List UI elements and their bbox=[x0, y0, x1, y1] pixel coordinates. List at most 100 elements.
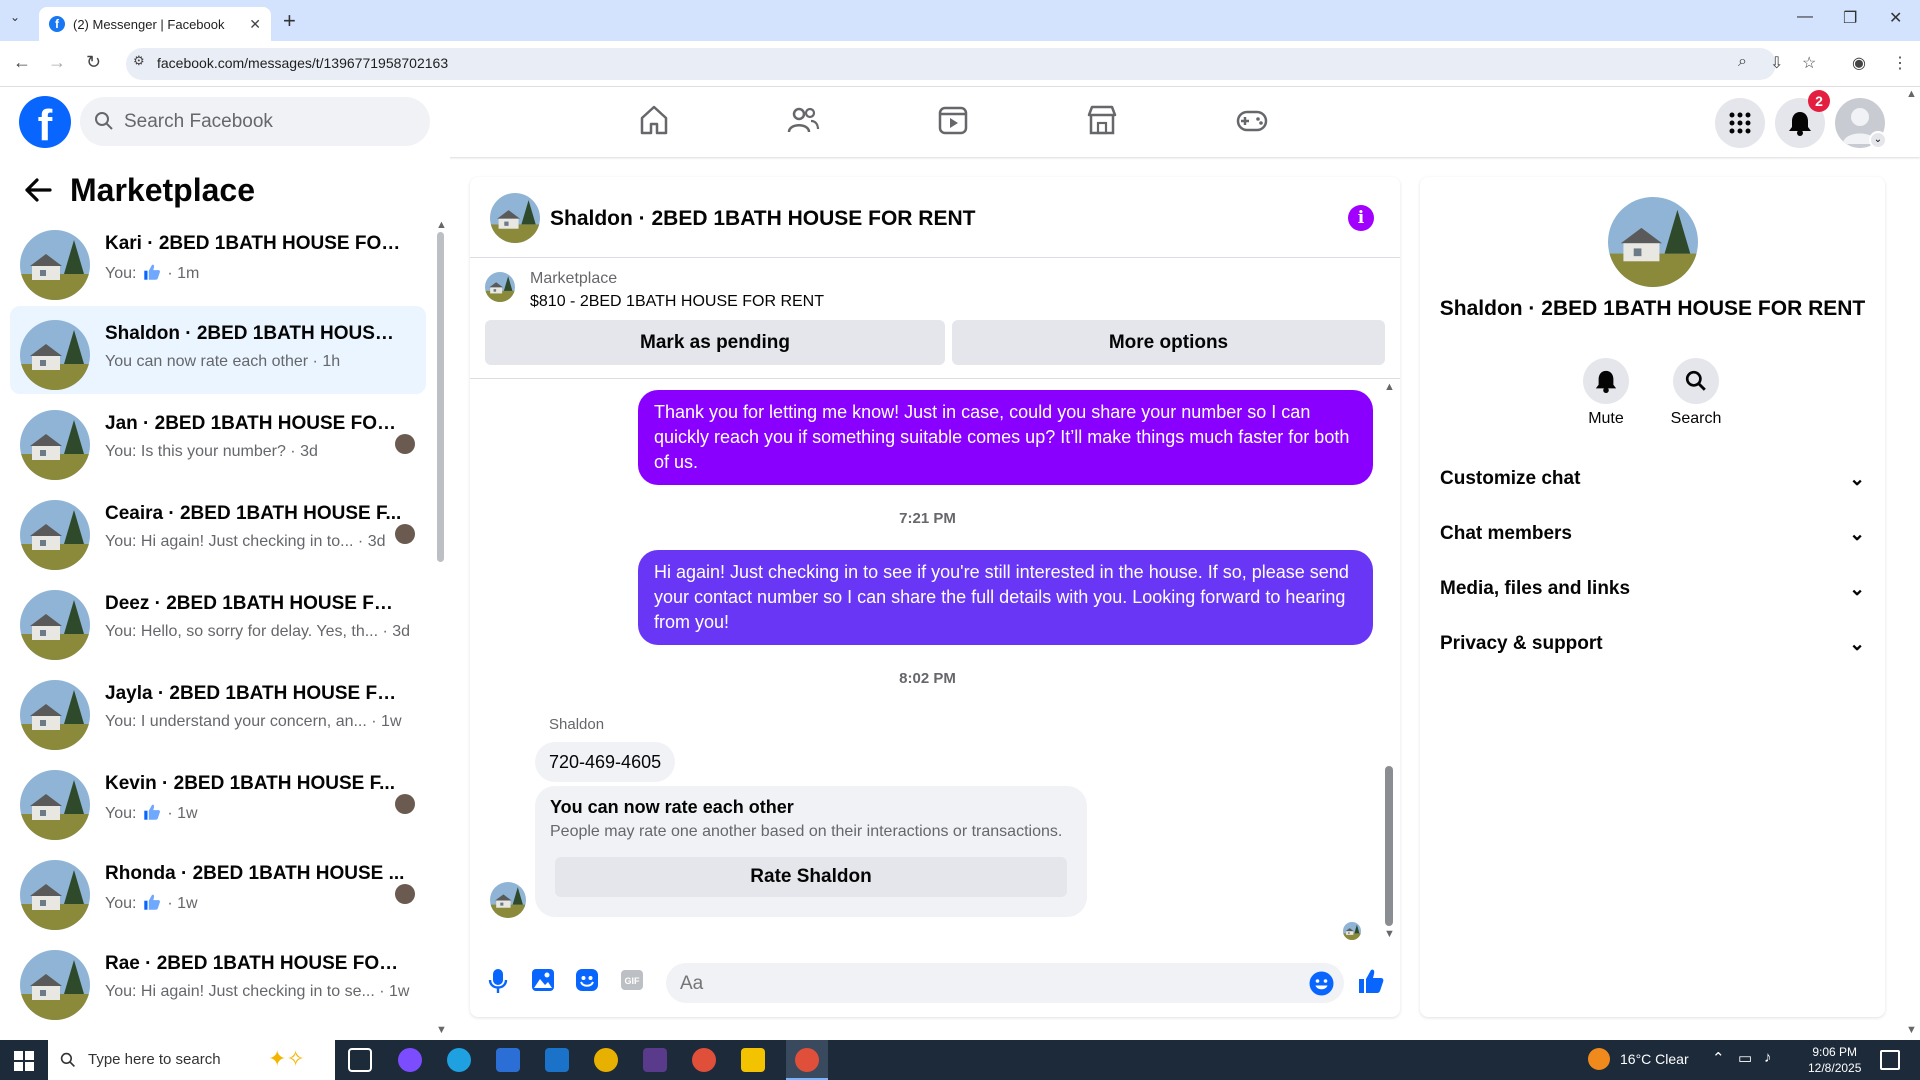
page-scroll-up-icon[interactable]: ▲ bbox=[1906, 88, 1917, 100]
conversation-item[interactable]: Shaldon · 2BED 1BATH HOUSE F... You can n… bbox=[10, 306, 426, 394]
seen-indicator-avatar bbox=[1343, 922, 1361, 940]
menu-grid-button[interactable] bbox=[1715, 98, 1765, 148]
left-scrollbar-thumb[interactable] bbox=[437, 232, 444, 562]
back-arrow-icon[interactable] bbox=[24, 177, 52, 203]
chevron-down-icon: ⌄ bbox=[1849, 579, 1865, 600]
incoming-message-phone[interactable]: 720-469-4605 bbox=[535, 742, 676, 782]
conversation-avatar bbox=[20, 860, 90, 930]
sticker-icon[interactable] bbox=[575, 968, 599, 992]
mute-button[interactable] bbox=[1583, 358, 1629, 404]
conversation-name: Rhonda · 2BED 1BATH HOUSE ... bbox=[105, 863, 405, 884]
mark-as-pending-button[interactable]: Mark as pending bbox=[485, 320, 945, 365]
sender-avatar[interactable] bbox=[490, 882, 526, 918]
tab-list-chevron-icon[interactable]: ⌄ bbox=[10, 10, 20, 24]
close-tab-icon[interactable]: ✕ bbox=[249, 16, 261, 33]
sender-name: Shaldon bbox=[549, 716, 605, 733]
conversation-name: Ceaira · 2BED 1BATH HOUSE F... bbox=[105, 503, 402, 524]
customize-chat-section[interactable]: Customize chat ⌄ bbox=[1440, 468, 1865, 491]
chat-title[interactable]: Shaldon · 2BED 1BATH HOUSE FOR RENT bbox=[550, 207, 975, 231]
install-icon[interactable]: ⇩ bbox=[1770, 53, 1783, 73]
marketplace-icon[interactable] bbox=[1085, 103, 1119, 137]
clock[interactable]: 9:06 PM 12/8/2025 bbox=[1808, 1044, 1861, 1076]
file-explorer-icon[interactable] bbox=[741, 1048, 765, 1072]
tray-chevron-icon[interactable]: ⌃ bbox=[1712, 1049, 1725, 1067]
profile-icon[interactable]: ◉ bbox=[1852, 53, 1866, 73]
friends-icon[interactable] bbox=[786, 103, 820, 137]
thumbs-up-send-icon[interactable] bbox=[1357, 967, 1385, 995]
zoom-icon[interactable]: ⌕ bbox=[1738, 53, 1747, 71]
contact-avatar[interactable] bbox=[1608, 197, 1698, 287]
outlook-icon[interactable] bbox=[545, 1048, 569, 1072]
scroll-down-arrow-icon[interactable]: ▼ bbox=[436, 1024, 447, 1036]
conversation-item[interactable]: Deez · 2BED 1BATH HOUSE FOR ... You: Hell… bbox=[10, 576, 426, 664]
chat-header-avatar[interactable] bbox=[490, 193, 540, 243]
search-in-chat-button[interactable] bbox=[1673, 358, 1719, 404]
image-attach-icon[interactable] bbox=[531, 968, 555, 992]
more-options-button[interactable]: More options bbox=[952, 320, 1385, 365]
conversation-item[interactable]: Rhonda · 2BED 1BATH HOUSE ... You: · 1w bbox=[10, 846, 426, 934]
edge-icon[interactable] bbox=[447, 1048, 471, 1072]
forward-icon[interactable]: → bbox=[48, 52, 66, 73]
video-icon[interactable] bbox=[936, 103, 970, 137]
message-bubble[interactable]: Thank you for letting me know! Just in c… bbox=[638, 390, 1373, 485]
clock-date: 12/8/2025 bbox=[1808, 1061, 1862, 1075]
conversation-item[interactable]: Kari · 2BED 1BATH HOUSE FOR R... You: · 1… bbox=[10, 216, 426, 304]
bookmark-star-icon[interactable]: ☆ bbox=[1802, 53, 1816, 73]
chat-scroll-down-icon[interactable]: ▼ bbox=[1384, 928, 1395, 940]
scroll-up-arrow-icon[interactable]: ▲ bbox=[436, 219, 447, 231]
new-tab-icon[interactable]: + bbox=[283, 8, 296, 34]
home-icon[interactable] bbox=[637, 103, 671, 137]
media-files-links-section[interactable]: Media, files and links ⌄ bbox=[1440, 578, 1865, 601]
house-thumbnail-icon bbox=[485, 272, 515, 302]
active-chrome-taskbar-button[interactable] bbox=[786, 1040, 828, 1080]
message-bubble[interactable]: Hi again! Just checking in to see if you… bbox=[638, 550, 1373, 645]
chat-members-section[interactable]: Chat members ⌄ bbox=[1440, 523, 1865, 546]
rate-shaldon-button[interactable]: Rate Shaldon bbox=[555, 857, 1067, 897]
conversation-item[interactable]: Rae · 2BED 1BATH HOUSE FOR R... You: Hi a… bbox=[10, 936, 426, 1024]
back-icon[interactable]: ← bbox=[13, 52, 31, 73]
listing-title[interactable]: $810 - 2BED 1BATH HOUSE FOR RENT bbox=[530, 293, 824, 311]
power-automate-icon[interactable] bbox=[643, 1048, 667, 1072]
conversation-item[interactable]: Jan · 2BED 1BATH HOUSE FOR ... You: Is th… bbox=[10, 396, 426, 484]
conversation-item[interactable]: Jayla · 2BED 1BATH HOUSE FOR ... You: I u… bbox=[10, 666, 426, 754]
chrome-icon[interactable] bbox=[594, 1048, 618, 1072]
chrome-profile-icon[interactable] bbox=[692, 1048, 716, 1072]
notification-center-icon[interactable] bbox=[1880, 1050, 1900, 1070]
info-icon[interactable]: i bbox=[1348, 205, 1374, 231]
page-scroll-down-icon[interactable]: ▼ bbox=[1906, 1024, 1917, 1036]
volume-icon[interactable]: ♪ bbox=[1764, 1049, 1772, 1066]
contact-name: Shaldon · 2BED 1BATH HOUSE FOR RENT bbox=[1439, 297, 1866, 320]
house-thumbnail-icon bbox=[20, 860, 90, 930]
message-outgoing-2[interactable]: Hi again! Just checking in to see if you… bbox=[638, 550, 1373, 645]
gif-icon[interactable]: GIF bbox=[620, 968, 644, 992]
weather-icon[interactable] bbox=[1588, 1048, 1610, 1070]
site-info-icon[interactable]: ⚙ bbox=[133, 53, 145, 69]
minimize-icon[interactable]: — bbox=[1797, 8, 1813, 26]
chat-scrollbar-thumb[interactable] bbox=[1385, 766, 1393, 926]
account-chevron-icon[interactable]: ⌄ bbox=[1869, 131, 1887, 149]
emoji-icon[interactable] bbox=[1309, 971, 1334, 996]
message-outgoing-1[interactable]: Thank you for letting me know! Just in c… bbox=[638, 390, 1373, 485]
listing-thumbnail[interactable] bbox=[485, 272, 515, 302]
windows-start-icon[interactable] bbox=[14, 1051, 34, 1071]
network-icon[interactable]: ▭ bbox=[1738, 1049, 1752, 1067]
privacy-support-section[interactable]: Privacy & support ⌄ bbox=[1440, 633, 1865, 656]
house-thumbnail-icon bbox=[20, 770, 90, 840]
copilot-icon[interactable] bbox=[398, 1048, 422, 1072]
task-view-icon[interactable] bbox=[348, 1048, 372, 1072]
conversation-item[interactable]: Kevin · 2BED 1BATH HOUSE F... You: · 1w bbox=[10, 756, 426, 844]
reload-icon[interactable]: ↻ bbox=[86, 52, 101, 73]
conversation-item[interactable]: Ceaira · 2BED 1BATH HOUSE F... You: Hi ag… bbox=[10, 486, 426, 574]
microphone-icon[interactable] bbox=[488, 968, 508, 994]
menu-dots-icon[interactable]: ⋮ bbox=[1892, 53, 1908, 73]
chat-scroll-up-icon[interactable]: ▲ bbox=[1384, 381, 1395, 393]
restore-icon[interactable]: ❐ bbox=[1843, 8, 1857, 28]
close-window-icon[interactable]: ✕ bbox=[1889, 8, 1902, 28]
facebook-logo-icon[interactable]: f bbox=[19, 96, 71, 148]
store-icon[interactable] bbox=[496, 1048, 520, 1072]
browser-tab[interactable]: f (2) Messenger | Facebook ✕ bbox=[39, 7, 271, 41]
message-input[interactable] bbox=[680, 973, 1280, 995]
url-text[interactable]: facebook.com/messages/t/1396771958702163 bbox=[157, 55, 448, 71]
gaming-icon[interactable] bbox=[1235, 103, 1269, 137]
weather-text[interactable]: 16°C Clear bbox=[1620, 1051, 1689, 1067]
